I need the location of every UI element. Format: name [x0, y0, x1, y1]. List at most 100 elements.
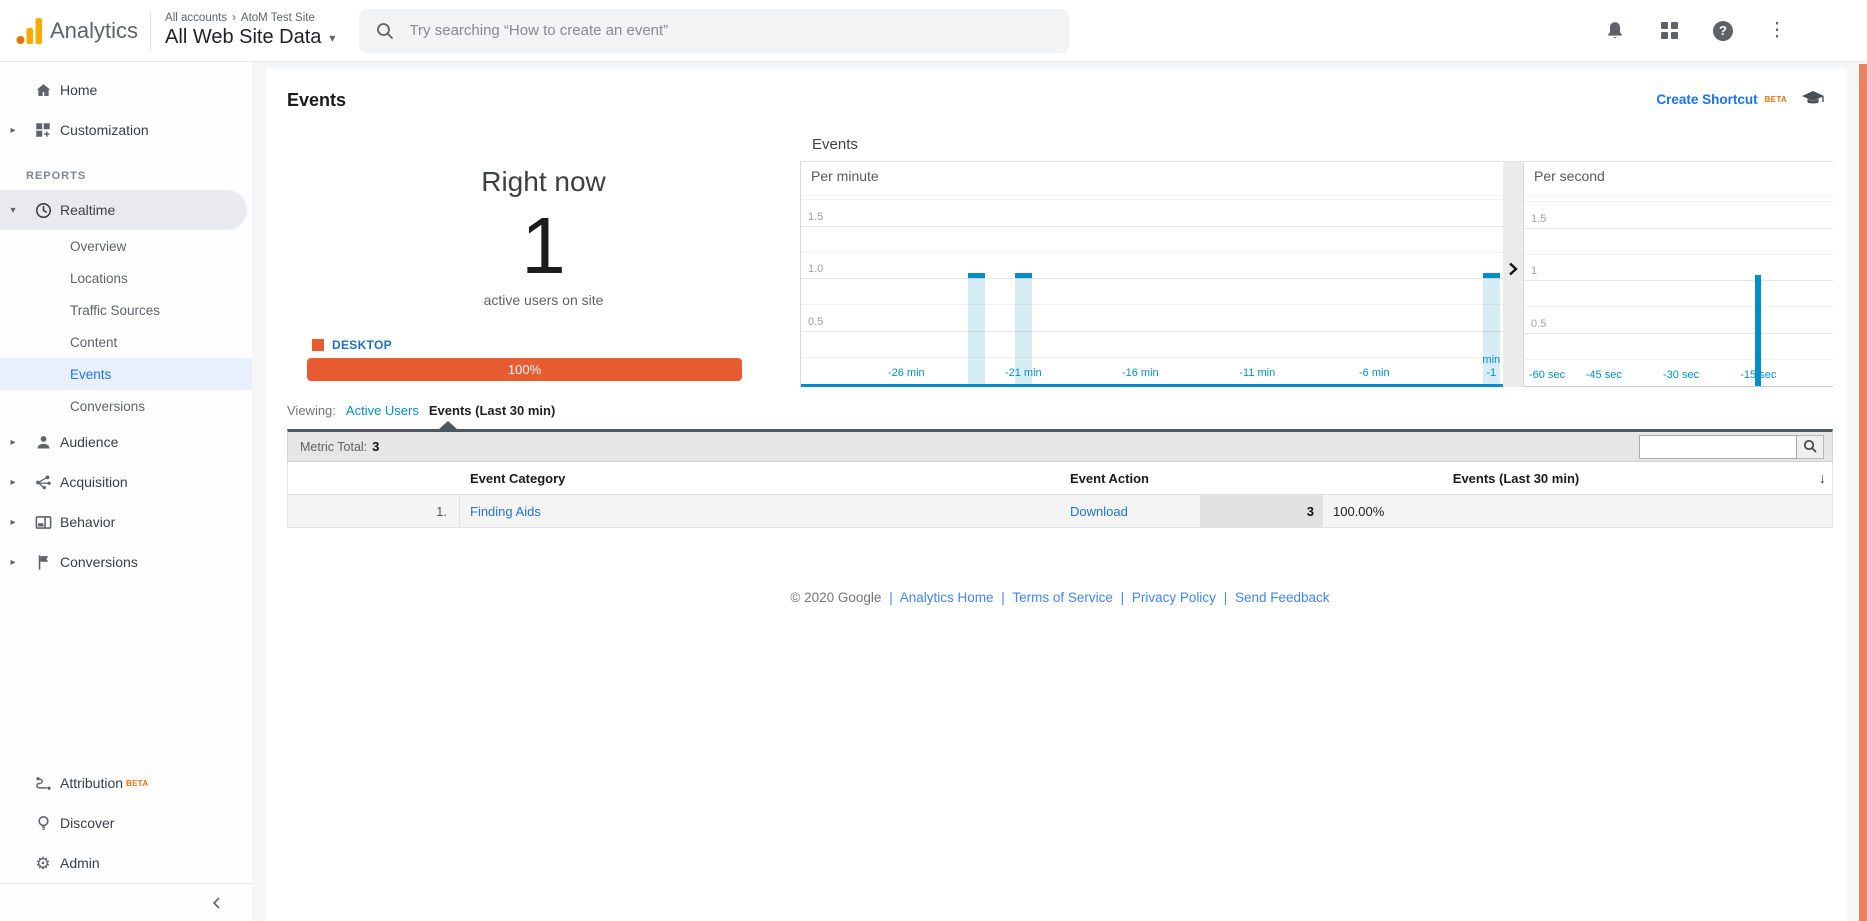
desktop-share-value: 100%: [508, 362, 541, 377]
help-icon[interactable]: ?: [1711, 19, 1735, 43]
search-icon: [1803, 439, 1818, 454]
behavior-columns-icon: [26, 513, 60, 532]
x-axis-tick-label: -11 min: [1239, 367, 1275, 381]
global-search[interactable]: [359, 9, 1069, 53]
sidebar-item-conversions-rt[interactable]: Conversions: [0, 390, 252, 422]
column-header-events-metric[interactable]: Events (Last 30 min): [1200, 462, 1832, 495]
gridline: [1524, 359, 1833, 360]
sidebar-item-home[interactable]: Home: [0, 70, 252, 110]
gear-icon: ⚙: [26, 855, 60, 872]
table-search-button[interactable]: [1797, 435, 1824, 459]
chart-panels: Per minute 0.51.01.5-26 min-21 min-16 mi…: [800, 161, 1833, 387]
beta-badge: BETA: [126, 779, 148, 788]
search-input[interactable]: [409, 22, 1029, 39]
sidebar-item-overview[interactable]: Overview: [0, 230, 252, 262]
right-now-title: Right now: [287, 166, 800, 198]
footer-link-feedback[interactable]: Send Feedback: [1235, 590, 1330, 605]
sidebar-item-locations[interactable]: Locations: [0, 262, 252, 294]
gridline: [801, 357, 1503, 358]
tab-events-last-30-min[interactable]: Events (Last 30 min): [429, 403, 555, 418]
create-shortcut-link[interactable]: Create Shortcut: [1656, 92, 1757, 107]
footer-link-terms[interactable]: Terms of Service: [1012, 590, 1113, 605]
per-second-label: Per second: [1534, 168, 1605, 184]
sidebar-item-acquisition[interactable]: ▸ Acquisition: [0, 462, 252, 502]
sidebar-item-discover[interactable]: Discover: [0, 803, 252, 843]
x-axis-tick-label: -60 sec: [1529, 369, 1565, 383]
y-axis-tick-label: 1.5: [808, 211, 823, 223]
desktop-share-bar: 100%: [307, 358, 742, 381]
create-shortcut[interactable]: Create Shortcut BETA: [1656, 90, 1833, 108]
sort-descending-icon[interactable]: ↓: [1819, 462, 1826, 495]
realtime-row: Right now 1 active users on site DESKTOP…: [287, 134, 1833, 387]
sidebar-item-conversions[interactable]: ▸ Conversions: [0, 542, 252, 582]
breadcrumb-account[interactable]: All accounts: [165, 12, 227, 24]
footer-link-privacy[interactable]: Privacy Policy: [1132, 590, 1216, 605]
per-minute-label: Per minute: [811, 168, 879, 184]
gridline: [801, 199, 1503, 200]
app-name: Analytics: [50, 18, 138, 44]
column-header-event-category[interactable]: Event Category: [460, 471, 1070, 486]
side-panel-scroll-strip[interactable]: [1859, 64, 1867, 921]
events-report-card: Events Create Shortcut BETA: [266, 68, 1847, 921]
y-axis-tick-label: 1.5: [1531, 213, 1546, 225]
per-second-plot: 0.511.5-60 sec-45 sec-30 sec-15 sec: [1524, 195, 1833, 387]
chart-panel-expander[interactable]: [1503, 162, 1523, 387]
metric-total-bar: Metric Total: 3: [287, 429, 1833, 462]
analytics-logo[interactable]: Analytics: [14, 16, 138, 46]
event-category-link[interactable]: Finding Aids: [470, 504, 541, 519]
header-actions: ? ⋮: [1603, 19, 1867, 43]
chevron-right-icon: [1508, 262, 1518, 276]
gridline: [801, 226, 1503, 227]
collapse-left-icon: [210, 896, 224, 910]
gridline: [1524, 254, 1833, 255]
page-footer: © 2020 Google | Analytics Home | Terms o…: [287, 590, 1833, 605]
sidebar-collapse-button[interactable]: [0, 883, 252, 921]
sidebar-item-attribution[interactable]: Attribution BETA: [0, 763, 252, 803]
table-search-input[interactable]: [1639, 435, 1797, 459]
graduation-cap-icon[interactable]: [1801, 90, 1825, 108]
notifications-bell-icon[interactable]: [1603, 19, 1627, 43]
sidebar-item-customization[interactable]: ▸ Customization: [0, 110, 252, 150]
sidebar-item-admin[interactable]: ⚙ Admin: [0, 843, 252, 883]
customization-icon: [26, 121, 60, 139]
right-now-panel: Right now 1 active users on site DESKTOP…: [287, 134, 800, 387]
events-chart-block: Events Per minute 0.51.01.5-26 min-21 mi…: [800, 134, 1833, 387]
active-users-caption: active users on site: [287, 292, 800, 308]
beta-badge: BETA: [1765, 95, 1787, 104]
sidebar-item-realtime[interactable]: ▾ Realtime: [0, 190, 247, 230]
active-tab-pointer: [439, 421, 457, 429]
property-selector[interactable]: All Web Site Data ▾: [165, 26, 335, 49]
expand-right-icon: ▸: [0, 517, 26, 528]
column-header-event-action[interactable]: Event Action: [1070, 471, 1200, 486]
apps-grid-icon[interactable]: [1657, 19, 1681, 43]
x-axis-tick-label: -16 min: [1122, 367, 1159, 381]
analytics-app: Analytics All accounts › AtoM Test Site …: [0, 0, 1867, 921]
device-legend: DESKTOP: [312, 338, 800, 352]
event-count-cell: 3: [1200, 495, 1323, 527]
gridline: [1524, 306, 1833, 307]
sidebar-item-audience[interactable]: ▸ Audience: [0, 422, 252, 462]
x-axis-tick-label: -6 min: [1359, 367, 1390, 381]
event-action-link[interactable]: Download: [1070, 504, 1128, 519]
gridline: [801, 331, 1503, 332]
sidebar-item-behavior[interactable]: ▸ Behavior: [0, 502, 252, 542]
gridline: [801, 304, 1503, 305]
sidebar-item-events[interactable]: Events: [0, 358, 252, 390]
kebab-menu-icon[interactable]: ⋮: [1765, 19, 1789, 43]
footer-link-analytics-home[interactable]: Analytics Home: [900, 590, 994, 605]
expand-right-icon: ▸: [0, 477, 26, 488]
chart-bar: [968, 273, 985, 384]
header-divider: [150, 12, 151, 50]
gridline: [1524, 333, 1833, 334]
person-icon: [26, 433, 60, 452]
table-search: [1639, 435, 1824, 459]
chart-bar: [1755, 275, 1761, 386]
desktop-swatch-icon: [312, 339, 324, 351]
y-axis-tick-label: 1.0: [808, 263, 823, 275]
sidebar-item-content[interactable]: Content: [0, 326, 252, 358]
breadcrumb-property[interactable]: AtoM Test Site: [241, 12, 315, 24]
sidebar-item-traffic-sources[interactable]: Traffic Sources: [0, 294, 252, 326]
reports-section-label: REPORTS: [26, 166, 252, 186]
home-icon: [26, 81, 60, 100]
tab-active-users[interactable]: Active Users: [346, 403, 419, 418]
